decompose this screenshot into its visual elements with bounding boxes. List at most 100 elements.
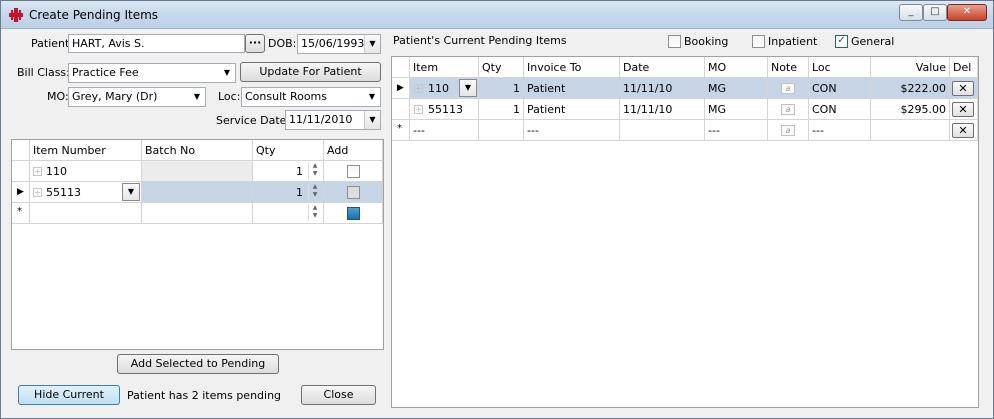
column-header-del[interactable]: Del — [950, 57, 978, 78]
batch-no-cell[interactable] — [142, 203, 253, 224]
spin-up-icon[interactable]: ▲ — [309, 162, 321, 170]
column-header-mo[interactable]: MO — [705, 57, 768, 78]
spin-up-icon[interactable]: ▲ — [309, 183, 321, 191]
loc-cell[interactable]: CON — [809, 78, 871, 99]
item-number-cell[interactable] — [30, 203, 142, 224]
close-window-button[interactable]: ✕ — [947, 4, 987, 21]
add-checkbox[interactable] — [347, 186, 360, 199]
batch-no-cell[interactable] — [142, 161, 253, 182]
note-cell[interactable]: a — [768, 99, 809, 120]
qty-cell[interactable]: 1 ▲ ▼ — [253, 182, 324, 203]
qty-stepper[interactable]: ▲ ▼ — [308, 183, 321, 200]
pending-items-grid[interactable]: Item Qty Invoice To Date MO Note Loc Val… — [391, 56, 979, 408]
new-row-marker[interactable]: * — [392, 120, 410, 141]
value-cell[interactable]: $295.00 — [871, 99, 950, 120]
column-header-add[interactable]: Add — [324, 140, 383, 161]
bill-class-select[interactable]: Practice Fee ▼ — [68, 63, 236, 83]
qty-cell[interactable]: 1 ▲ ▼ — [253, 161, 324, 182]
row-indicator[interactable] — [392, 99, 410, 120]
mo-select[interactable]: Grey, Mary (Dr) ▼ — [68, 87, 206, 107]
qty-cell[interactable]: 1 — [479, 99, 524, 120]
add-cell[interactable] — [324, 203, 383, 224]
column-header-note[interactable]: Note — [768, 57, 809, 78]
value-cell[interactable] — [871, 120, 950, 141]
row-indicator[interactable] — [12, 161, 30, 182]
item-entry-grid[interactable]: Item Number Batch No Qty Add + 110 1 ▲ ▼ … — [11, 139, 384, 350]
expand-icon[interactable]: + — [414, 105, 423, 114]
item-number-cell[interactable]: + 55113 ▼ — [30, 182, 142, 203]
date-cell[interactable]: 11/11/10 — [620, 78, 705, 99]
qty-cell[interactable] — [479, 120, 524, 141]
add-checkbox[interactable] — [347, 165, 360, 178]
batch-no-cell[interactable] — [142, 182, 253, 203]
item-cell[interactable]: + 110 ▼ — [410, 78, 479, 99]
del-cell[interactable]: ✕ — [950, 120, 978, 141]
loc-select[interactable]: Consult Rooms ▼ — [241, 87, 381, 107]
column-header-qty[interactable]: Qty — [253, 140, 324, 161]
column-header-item-number[interactable]: Item Number — [30, 140, 142, 161]
hide-current-button[interactable]: Hide Current — [18, 385, 120, 405]
column-header-loc[interactable]: Loc — [809, 57, 871, 78]
value-cell[interactable]: $222.00 — [871, 78, 950, 99]
add-cell[interactable] — [324, 161, 383, 182]
item-cell[interactable]: + 55113 — [410, 99, 479, 120]
update-for-patient-button[interactable]: Update For Patient — [240, 62, 381, 82]
column-header-item[interactable]: Item — [410, 57, 479, 78]
spin-up-icon[interactable]: ▲ — [309, 204, 321, 212]
item-dropdown[interactable]: ▼ — [459, 79, 477, 97]
mo-cell[interactable]: --- — [705, 120, 768, 141]
column-header-value[interactable]: Value — [871, 57, 950, 78]
qty-stepper[interactable]: ▲ ▼ — [308, 162, 321, 179]
invoice-to-cell[interactable]: --- — [524, 120, 620, 141]
qty-cell[interactable]: 1 — [479, 78, 524, 99]
chevron-down-icon[interactable]: ▼ — [123, 184, 139, 200]
expand-icon[interactable]: + — [33, 167, 42, 176]
chevron-down-icon[interactable]: ▼ — [189, 88, 205, 106]
note-cell[interactable]: a — [768, 120, 809, 141]
delete-row-button[interactable]: ✕ — [952, 102, 974, 117]
expand-icon[interactable]: + — [33, 188, 42, 197]
del-cell[interactable]: ✕ — [950, 99, 978, 120]
note-icon[interactable]: a — [781, 104, 795, 115]
maximize-button[interactable]: □ — [923, 4, 947, 21]
new-row-marker[interactable]: * — [12, 203, 30, 224]
row-indicator[interactable]: ▶ — [392, 78, 410, 99]
chevron-down-icon[interactable]: ▼ — [364, 88, 380, 106]
item-number-cell[interactable]: + 110 — [30, 161, 142, 182]
delete-row-button[interactable]: ✕ — [952, 81, 974, 96]
spin-down-icon[interactable]: ▼ — [309, 191, 321, 199]
chevron-down-icon[interactable]: ▼ — [364, 35, 380, 53]
patient-field[interactable]: HART, Avis S. — [68, 34, 245, 53]
dob-picker[interactable]: 15/06/1993 ▼ — [297, 34, 381, 54]
column-header-date[interactable]: Date — [620, 57, 705, 78]
minimize-button[interactable]: _ — [899, 4, 923, 21]
qty-cell[interactable]: ▲ ▼ — [253, 203, 324, 224]
spin-down-icon[interactable]: ▼ — [309, 212, 321, 220]
date-cell[interactable]: 11/11/10 — [620, 99, 705, 120]
invoice-to-cell[interactable]: Patient — [524, 99, 620, 120]
column-header-batch-no[interactable]: Batch No — [142, 140, 253, 161]
date-cell[interactable] — [620, 120, 705, 141]
delete-row-button[interactable]: ✕ — [952, 123, 974, 138]
inpatient-checkbox[interactable] — [752, 35, 765, 48]
service-date-picker[interactable]: 11/11/2010 ▼ — [285, 110, 381, 130]
del-cell[interactable]: ✕ — [950, 78, 978, 99]
qty-stepper[interactable]: ▲ ▼ — [308, 204, 321, 221]
close-button[interactable]: Close — [301, 385, 376, 405]
spin-down-icon[interactable]: ▼ — [309, 170, 321, 178]
item-cell[interactable]: --- — [410, 120, 479, 141]
chevron-down-icon[interactable]: ▼ — [364, 111, 380, 129]
add-cell[interactable] — [324, 182, 383, 203]
expand-icon[interactable]: + — [414, 84, 423, 93]
invoice-to-cell[interactable]: Patient — [524, 78, 620, 99]
note-icon[interactable]: a — [781, 125, 795, 136]
column-header-qty[interactable]: Qty — [479, 57, 524, 78]
booking-checkbox[interactable] — [668, 35, 681, 48]
mo-cell[interactable]: MG — [705, 99, 768, 120]
add-selected-to-pending-button[interactable]: Add Selected to Pending — [117, 354, 279, 374]
note-cell[interactable]: a — [768, 78, 809, 99]
patient-lookup-button[interactable]: ··· — [245, 34, 265, 53]
chevron-down-icon[interactable]: ▼ — [460, 80, 476, 96]
note-icon[interactable]: a — [781, 83, 795, 94]
general-checkbox[interactable]: ✓ — [835, 35, 848, 48]
